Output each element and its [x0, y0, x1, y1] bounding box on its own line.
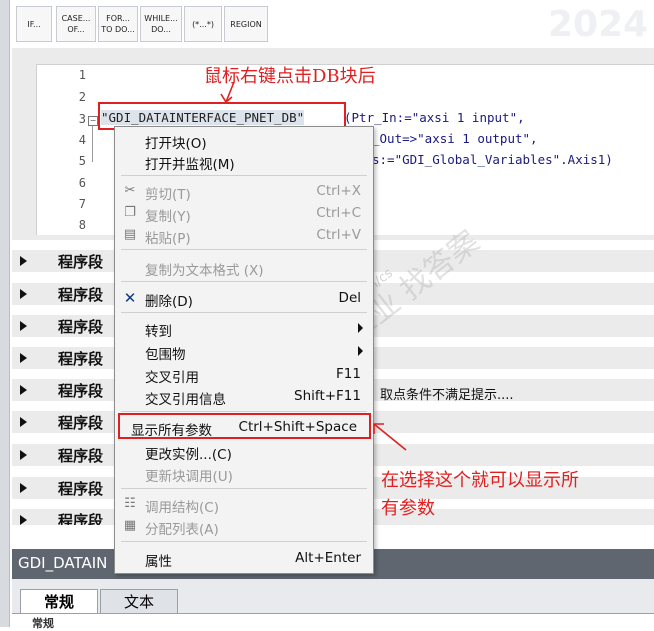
for-button[interactable]: FOR... TO DO...: [98, 6, 138, 42]
menu-update-block-call[interactable]: 更新块调用(U): [115, 462, 373, 485]
expand-arrow-icon[interactable]: [20, 256, 27, 266]
menu-paste[interactable]: ▤ 粘贴(P) Ctrl+V: [115, 224, 373, 247]
submenu-arrow-icon: [358, 346, 363, 356]
expand-arrow-icon[interactable]: [20, 450, 27, 460]
code-line-3: (Ptr_In:="axsi 1 input",: [344, 110, 525, 125]
expand-arrow-icon[interactable]: [20, 483, 27, 493]
year-watermark: 2024: [548, 4, 649, 45]
menu-open-and-monitor[interactable]: 打开并监视(M): [115, 150, 373, 173]
menu-change-instance[interactable]: 更改实例...(C): [115, 440, 373, 463]
menu-separator: [121, 312, 367, 313]
menu-separator: [121, 411, 367, 412]
tab-general[interactable]: 常规: [20, 589, 98, 613]
segment-label: 程序段: [58, 318, 104, 336]
segment-label: 程序段: [58, 512, 104, 525]
menu-separator: [121, 281, 367, 282]
expand-arrow-icon[interactable]: [20, 515, 27, 525]
menu-separator: [121, 541, 367, 542]
menu-wrap[interactable]: 包围物: [115, 340, 373, 363]
annotation-bottom-line2: 有参数: [381, 498, 435, 519]
menu-properties[interactable]: 属性 Alt+Enter: [115, 547, 373, 570]
segment-label: 程序段: [58, 447, 104, 465]
menu-call-structure[interactable]: ☷ 调用结构(C): [115, 493, 373, 516]
line-number: 8: [78, 218, 86, 232]
annotation-arrow-top-icon: [220, 81, 235, 104]
collapse-toggle-icon[interactable]: −: [88, 116, 98, 126]
menu-copy[interactable]: ❐ 复制(Y) Ctrl+C: [115, 202, 373, 225]
segment-label: 程序段: [58, 480, 104, 498]
line-number: 7: [78, 197, 86, 211]
annotation-bottom-line1: 在选择这个就可以显示所: [381, 470, 579, 491]
menu-goto[interactable]: 转到: [115, 317, 373, 340]
fold-guide-line: [92, 126, 93, 162]
scissors-icon: ✂: [124, 183, 136, 198]
copy-icon: ❐: [124, 205, 136, 220]
code-line-4: _Out=>"axsi 1 output",: [372, 131, 538, 146]
expand-arrow-icon[interactable]: [20, 321, 27, 331]
segment-label: 程序段: [58, 253, 104, 271]
expand-arrow-icon[interactable]: [20, 353, 27, 363]
expand-arrow-icon[interactable]: [20, 385, 27, 395]
menu-delete[interactable]: ✕ 删除(D) Del: [115, 287, 373, 310]
annotation-arrow-bottom-icon: [373, 423, 407, 451]
segment-label: 程序段: [58, 286, 104, 304]
line-number: 6: [78, 176, 86, 190]
submenu-arrow-icon: [358, 323, 363, 333]
line-number: 3: [78, 112, 86, 126]
left-side-strip: [0, 0, 10, 627]
if-button[interactable]: IF...: [16, 6, 52, 42]
segment-label: 程序段: [58, 350, 104, 368]
segment-label: 程序段: [58, 414, 104, 432]
paste-icon: ▤: [123, 227, 137, 242]
show-all-params-highlight: [118, 413, 371, 439]
menu-copy-as-text[interactable]: 复制为文本格式 (X): [115, 256, 373, 279]
while-button[interactable]: WHILE... DO...: [140, 6, 182, 42]
segment-label: 程序段: [58, 382, 104, 400]
delete-icon: ✕: [123, 289, 137, 307]
segment-hint: 取点条件不满足提示....: [380, 388, 514, 403]
menu-separator: [121, 175, 367, 176]
line-number: 5: [78, 154, 86, 168]
sub-label: 常规: [32, 617, 54, 630]
line-number: 1: [78, 68, 86, 82]
comment-button[interactable]: (*...*): [184, 6, 222, 42]
menu-open-block[interactable]: 打开块(O): [115, 129, 373, 152]
tab-text[interactable]: 文本: [100, 589, 178, 613]
code-line-5: s:="GDI_Global_Variables".Axis1): [372, 152, 613, 167]
context-menu: 打开块(O) 打开并监视(M) ✂ 剪切(T) Ctrl+X ❐ 复制(Y) Ctrl+…: [114, 126, 374, 574]
expand-arrow-icon[interactable]: [20, 289, 27, 299]
menu-cross-reference-info[interactable]: 交叉引用信息 Shift+F11: [115, 385, 373, 408]
assignment-list-icon: ▦: [123, 518, 137, 533]
menu-separator: [121, 488, 367, 489]
call-structure-icon: ☷: [124, 496, 136, 511]
expand-arrow-icon[interactable]: [20, 417, 27, 427]
menu-assignment-list[interactable]: ▦ 分配列表(A): [115, 515, 373, 538]
line-number: 2: [78, 90, 86, 104]
case-button[interactable]: CASE... OF...: [56, 6, 96, 42]
menu-cross-reference[interactable]: 交叉引用 F11: [115, 363, 373, 386]
line-number: 4: [78, 133, 86, 147]
properties-title: GDI_DATAIN: [18, 554, 108, 572]
tab-content: 常规: [12, 613, 654, 630]
menu-cut[interactable]: ✂ 剪切(T) Ctrl+X: [115, 180, 373, 203]
region-button[interactable]: REGION: [224, 6, 268, 42]
menu-separator: [121, 249, 367, 250]
